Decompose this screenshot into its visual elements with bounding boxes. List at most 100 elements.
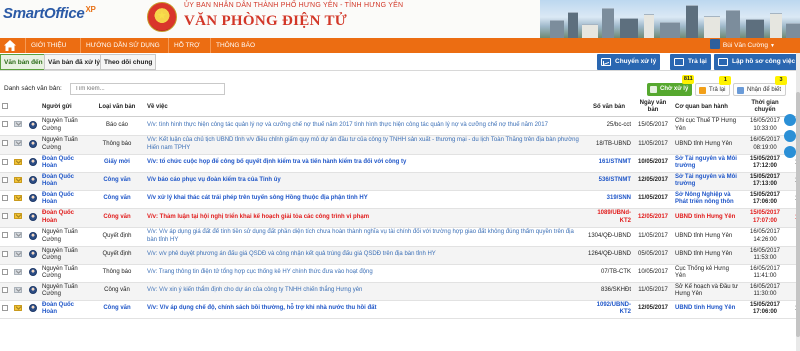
tab-general-tracking[interactable]: Theo dõi chung (100, 54, 157, 70)
scrollbar-thumb[interactable] (796, 92, 800, 337)
row-deadline: 16/05/2017 08:19:00 (740, 135, 790, 155)
col-sender[interactable]: Người gửi (40, 99, 89, 117)
row-doc-date: 12/05/2017 (633, 300, 673, 319)
row-issuer: Cục Thống kê Hưng Yên (673, 264, 740, 283)
row-doc-date: 12/05/2017 (633, 172, 673, 191)
select-all-checkbox[interactable] (0, 99, 12, 117)
row-sender: Nguyễn Tuấn Cường (40, 227, 89, 247)
forward-processing-button[interactable]: Chuyển xử lý (597, 54, 661, 70)
home-icon[interactable] (4, 40, 16, 51)
row-subject-link[interactable]: V/v: Thảm luận tại hội nghị triển khai k… (145, 208, 585, 228)
table-header: Người gửi Loại văn bản Về việc Số văn bả… (0, 99, 800, 117)
chat-icon[interactable] (784, 146, 796, 158)
row-issuer: UBND tỉnh Hưng Yên (673, 135, 740, 155)
read-mail-icon (14, 250, 22, 257)
nav-user-guide[interactable]: HƯỚNG DẪN SỬ DỤNG (80, 38, 165, 53)
row-checkbox[interactable] (0, 135, 12, 155)
mail-icon[interactable] (784, 130, 796, 142)
table-row[interactable]: Đoàn Quốc Hoàn Công văn V/v: Thảm luận tại… (0, 208, 800, 228)
row-subject-link[interactable]: V/v: Trang thông tin điện tử tổng hợp cụ… (145, 264, 585, 283)
row-checkbox[interactable] (0, 190, 12, 209)
row-issuer: Sở Tài nguyên và Môi trường (673, 154, 740, 173)
table-row[interactable]: Nguyễn Tuấn Cường Quyết định V/v: V/v áp d… (0, 227, 800, 247)
row-doc-number: 1089/UBNd-KT2 (585, 208, 633, 228)
row-subject-link[interactable]: V/v: tổ chức cuộc họp để công bố quyết đ… (145, 154, 585, 173)
table-row[interactable]: Nguyễn Tuấn Cường Quyết định V/v: v/v phê … (0, 246, 800, 265)
row-sender: Đoàn Quốc Hoàn (40, 208, 89, 228)
sender-avatar (29, 286, 37, 295)
create-work-file-button[interactable]: Lập hồ sơ công việc (714, 54, 800, 70)
org-title: ỦY BAN NHÂN DÂN THÀNH PHỐ HƯNG YÊN - TỈN… (184, 2, 404, 9)
app-logo[interactable]: SmartOfficeXP (3, 5, 96, 22)
row-subject-link[interactable]: V/v: V/v áp dụng chế độ, chính sách bồi … (145, 300, 585, 319)
row-doc-type: Công văn (89, 190, 145, 209)
row-doc-date: 11/05/2017 (633, 282, 673, 301)
table-row[interactable]: Đoàn Quốc Hoàn Công văn V/v báo cáo phục v… (0, 172, 800, 191)
row-doc-date: 11/05/2017 (633, 227, 673, 247)
filter-returned-button[interactable]: Trả lại 1 (695, 76, 732, 96)
table-row[interactable]: Đoàn Quốc Hoàn Công văn V/v xử lý khai thá… (0, 190, 800, 209)
return-icon (674, 58, 684, 66)
col-doc-type[interactable]: Loại văn bản (89, 99, 145, 117)
user-avatar (709, 39, 720, 50)
row-issuer: UBND tỉnh Hưng Yên (673, 227, 740, 247)
row-doc-number: 1304/QĐ-UBND (585, 227, 633, 247)
row-checkbox[interactable] (0, 282, 12, 301)
user-menu[interactable]: Bùi Văn Cường ▼ (709, 39, 775, 52)
row-issuer: UBND tỉnh Hưng Yên (673, 208, 740, 228)
col-deadline[interactable]: Thời gian chuyển (740, 99, 790, 117)
row-checkbox[interactable] (0, 246, 12, 265)
pending-icon (650, 86, 657, 93)
sender-avatar (29, 268, 37, 277)
row-doc-type: Quyết định (89, 227, 145, 247)
row-subject-link[interactable]: V/v: V/v áp dụng giá đất để tính tiền sử… (145, 227, 585, 247)
row-checkbox[interactable] (0, 300, 12, 319)
nav-intro[interactable]: GIỚI THIỆU (25, 38, 71, 53)
row-checkbox[interactable] (0, 208, 12, 228)
nav-notice[interactable]: THÔNG BÁO (210, 38, 260, 53)
unread-mail-icon (14, 194, 22, 201)
drop-icon[interactable] (784, 114, 796, 126)
row-sender: Đoàn Quốc Hoàn (40, 154, 89, 173)
tab-incoming-docs[interactable]: Văn bản đến (0, 54, 47, 70)
table-row[interactable]: Nguyễn Tuấn Cường Báo cáo V/v: tình hình t… (0, 116, 800, 136)
row-checkbox[interactable] (0, 264, 12, 283)
sender-avatar (29, 304, 37, 313)
nav-support[interactable]: HỖ TRỢ (168, 38, 205, 53)
row-doc-number: 319/SNN (585, 190, 633, 209)
table-row[interactable]: Nguyễn Tuấn Cường Thông báo V/v: Trang thô… (0, 264, 800, 283)
row-doc-number: 07/TB-CTK (585, 264, 633, 283)
tab-processed-docs[interactable]: Văn bản đã xử lý (44, 54, 105, 70)
info-count-badge: 3 (775, 76, 788, 85)
col-subject[interactable]: Về việc (145, 99, 585, 117)
row-doc-number: 536/STNMT (585, 172, 633, 191)
list-toolbar: Danh sách văn bản: Chờ xử lý 811 Trả lại… (0, 75, 800, 98)
table-row[interactable]: Nguyễn Tuấn Cường Thông báo V/v: Kết luận … (0, 135, 800, 155)
return-button[interactable]: Trả lại (670, 54, 711, 70)
row-doc-date: 10/05/2017 (633, 264, 673, 283)
filter-info-only-button[interactable]: Nhận để biết 3 (733, 76, 788, 96)
logo-suffix: XP (85, 5, 96, 14)
row-issuer: UBND tỉnh Hưng Yên (673, 246, 740, 265)
row-subject-link[interactable]: V/v xử lý khai thác cát trái phép trên t… (145, 190, 585, 209)
col-doc-date[interactable]: Ngày văn bản (633, 99, 673, 117)
table-row[interactable]: Nguyễn Tuấn Cường Công văn V/v: V/v xin ý … (0, 282, 800, 301)
row-checkbox[interactable] (0, 154, 12, 173)
row-subject-link[interactable]: V/v báo cáo phục vụ đoàn kiểm tra của Tỉ… (145, 172, 585, 191)
col-issuer[interactable]: Cơ quan ban hành (673, 99, 740, 117)
filter-pending-button[interactable]: Chờ xử lý 811 (647, 75, 695, 96)
table-row[interactable]: Đoàn Quốc Hoàn Giấy mời V/v: tổ chức cuộc … (0, 154, 800, 173)
row-subject-link[interactable]: V/v: tình hình thực hiện công tác quản l… (145, 116, 585, 136)
row-doc-type: Công văn (89, 172, 145, 191)
row-subject-link[interactable]: V/v: V/v xin ý kiến thẩm định cho dự án … (145, 282, 585, 301)
row-subject-link[interactable]: V/v: v/v phê duyệt phương án đấu giá QSD… (145, 246, 585, 265)
col-doc-number[interactable]: Số văn bản (585, 99, 633, 117)
search-input[interactable] (70, 83, 225, 95)
row-checkbox[interactable] (0, 227, 12, 247)
row-checkbox[interactable] (0, 116, 12, 136)
row-checkbox[interactable] (0, 172, 12, 191)
row-doc-date: 12/05/2017 (633, 208, 673, 228)
national-emblem-icon (147, 2, 177, 32)
row-subject-link[interactable]: V/v: Kết luận của chủ tịch UBND tỉnh v/v… (145, 135, 585, 155)
table-row[interactable]: Đoàn Quốc Hoàn Công văn V/v: V/v áp dụng c… (0, 300, 800, 319)
